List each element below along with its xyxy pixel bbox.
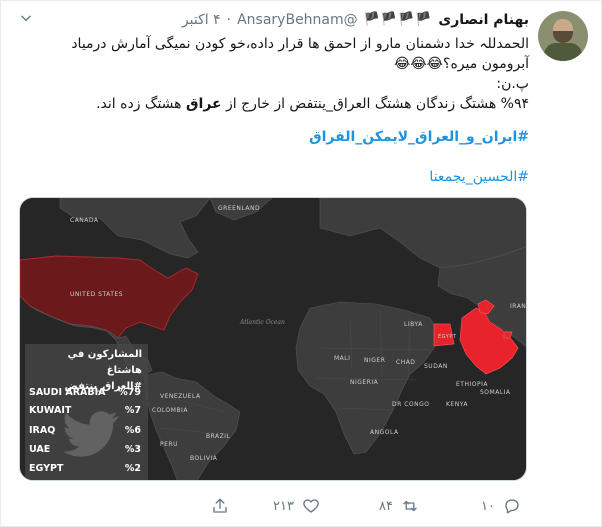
map-label-kenya: KENYA <box>446 401 468 408</box>
map-label-chad: CHAD <box>396 359 415 366</box>
map-label-bolivia: BOLIVIA <box>190 455 218 462</box>
stats-row: SAUDI ARABIA %79 <box>29 384 141 400</box>
map-label-colombia: COLOMBIA <box>152 407 188 414</box>
more-options-icon[interactable] <box>17 11 35 29</box>
map-label-libya: LIBYA <box>404 321 423 328</box>
map-label-nigeria: NIGERIA <box>350 379 379 386</box>
map-label-niger: NIGER <box>364 357 385 364</box>
hashtag-link-2[interactable]: #الحسين_يجمعنا <box>429 167 529 187</box>
user-handle[interactable]: @AnsaryBehnam <box>237 10 358 30</box>
stats-row: EGYPT %2 <box>29 460 141 476</box>
line4-after: هشتگ زده اند. <box>96 96 186 112</box>
stats-title-line-1: المشاركون في هاشتاغ <box>67 349 142 376</box>
tweet-text-line-3: پ.ن: <box>496 76 529 92</box>
map-label-canada: CANADA <box>70 217 99 224</box>
map-label-angola: ANGOLA <box>370 429 399 436</box>
reply-count: ۱۰ <box>481 498 495 514</box>
stats-percent: %79 <box>118 386 141 398</box>
map-label-iran: IRAN <box>510 303 526 310</box>
stats-country: KUWAIT <box>29 404 72 416</box>
map-label-mali: MALI <box>334 355 350 362</box>
tweet-image[interactable]: CANADA GREENLAND UNITED STATES VENEZUELA… <box>19 197 527 481</box>
map-label-dr-congo: DR CONGO <box>392 401 429 408</box>
stats-percent: %2 <box>124 462 141 474</box>
tweet-card[interactable]: بهنام انصاری 🏴🏴🏴🏴 @AnsaryBehnam · ۴ اکتب… <box>0 0 602 527</box>
stats-row: IRAQ %6 <box>29 422 141 438</box>
retweet-count: ۸۴ <box>379 498 393 514</box>
reply-button[interactable]: ۱۰ <box>481 496 521 516</box>
stats-country: SAUDI ARABIA <box>29 386 106 398</box>
stats-percent: %6 <box>124 424 141 436</box>
stats-percent: %3 <box>124 443 141 455</box>
tweet-header: بهنام انصاری 🏴🏴🏴🏴 @AnsaryBehnam · ۴ اکتب… <box>182 10 529 30</box>
map-label-peru: PERU <box>160 441 178 448</box>
stats-percent: %7 <box>124 404 141 416</box>
heart-icon <box>303 499 319 513</box>
map-label-united-states: UNITED STATES <box>70 291 123 298</box>
map-label-venezuela: VENEZUELA <box>160 393 201 400</box>
name-flags: 🏴🏴🏴🏴 <box>363 12 433 27</box>
header-separator: · <box>226 12 232 28</box>
hashtag-link-1[interactable]: #ایران_و_العراق_لایمکن_الفراق <box>309 127 529 147</box>
map-label-ethiopia: ETHIOPIA <box>456 381 488 388</box>
display-name[interactable]: بهنام انصاری <box>438 10 529 30</box>
stats-row: KUWAIT %7 <box>29 402 141 418</box>
share-button[interactable] <box>211 496 229 516</box>
line4-before: %۹۴ هشتگ زندگان هشتگ العراق_ينتفض از خار… <box>221 96 529 112</box>
stats-country: EGYPT <box>29 462 64 474</box>
stats-row: UAE %3 <box>29 441 141 457</box>
map-label-egypt: EGYPT <box>438 334 457 340</box>
share-icon <box>213 498 227 513</box>
reply-icon <box>505 499 519 514</box>
tweet-actions: ۲۱۳ ۸۴ ۱۰ <box>1 491 602 521</box>
map-label-atlantic-ocean: Atlantic Ocean <box>239 319 285 326</box>
stats-country: IRAQ <box>29 424 56 436</box>
user-avatar[interactable] <box>538 11 588 61</box>
like-count: ۲۱۳ <box>273 498 294 514</box>
retweet-icon <box>403 500 417 512</box>
map-label-brazil: BRAZIL <box>206 433 231 440</box>
tweet-text-line-4: %۹۴ هشتگ زندگان هشتگ العراق_ينتفض از خار… <box>39 94 529 114</box>
retweet-button[interactable]: ۸۴ <box>379 496 419 516</box>
map-label-somalia: SOMALIA <box>480 389 511 396</box>
tweet-date[interactable]: ۴ اکتبر <box>182 10 221 30</box>
tweet-text-line-2: آبرومون میره؟😂😂😂 <box>393 56 529 72</box>
map-label-sudan: SUDAN <box>424 363 448 370</box>
stats-country: UAE <box>29 443 51 455</box>
tweet-text-line-1: الحمدللہ خدا دشمنان مارو از احمق ها قرار… <box>71 36 529 52</box>
tweet-text: الحمدللہ خدا دشمنان مارو از احمق ها قرار… <box>39 34 529 114</box>
like-button[interactable]: ۲۱۳ <box>273 496 320 516</box>
stats-overlay: المشاركون في هاشتاغ #العراق_ينتفض SAUDI … <box>25 344 148 480</box>
line4-bold: عراق <box>186 96 222 112</box>
map-label-greenland: GREENLAND <box>218 205 260 212</box>
